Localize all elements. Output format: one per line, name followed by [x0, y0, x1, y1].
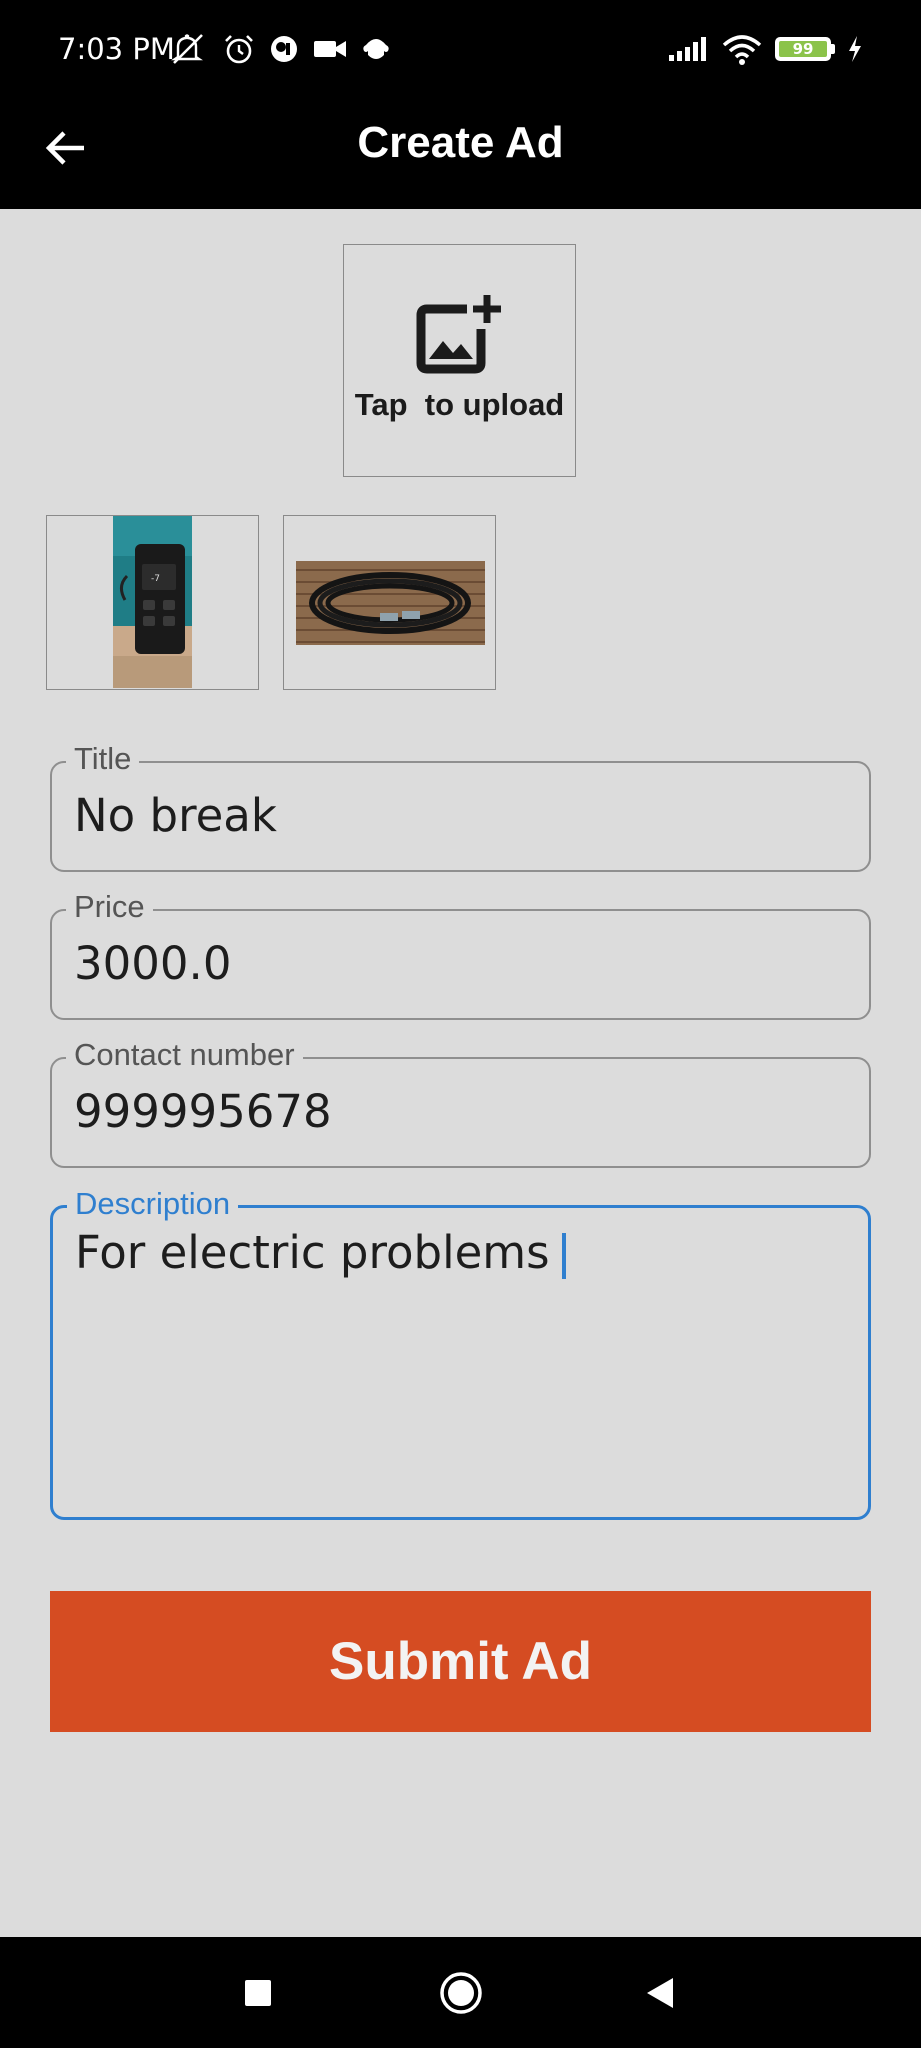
price-input[interactable]: 3000.0	[74, 937, 231, 990]
title-input[interactable]: No break	[74, 789, 277, 842]
title-field[interactable]: Title No break	[50, 741, 871, 872]
mute-icon	[171, 34, 203, 64]
image-thumbnail[interactable]	[283, 515, 496, 690]
image-thumbnail[interactable]: -7	[46, 515, 259, 690]
price-field[interactable]: Price 3000.0	[50, 889, 871, 1020]
page-title: Create Ad	[357, 118, 564, 167]
price-label: Price	[66, 889, 153, 925]
app-bar: Create Ad	[0, 100, 921, 209]
submit-ad-button[interactable]: Submit Ad	[50, 1591, 871, 1732]
back-triangle-icon[interactable]	[643, 1976, 677, 2010]
back-nav-button[interactable]	[610, 1937, 710, 2048]
wifi-icon	[722, 35, 762, 65]
home-button[interactable]	[411, 1937, 511, 2048]
status-icons-left	[170, 33, 392, 65]
description-text: For electric problems	[75, 1226, 550, 1279]
battery-level: 99	[792, 40, 814, 58]
signal-icon	[669, 37, 706, 61]
charging-icon	[849, 36, 861, 62]
photo-cable	[284, 516, 494, 688]
upload-image-button[interactable]: Tap to upload	[343, 244, 576, 477]
contact-number-field[interactable]: Contact number 999995678	[50, 1037, 871, 1168]
system-nav-bar	[0, 1937, 921, 2048]
status-icons-right: 99	[667, 33, 863, 65]
upload-label: Tap to upload	[354, 386, 565, 422]
photo-ups-device: -7	[47, 516, 257, 688]
app-icon	[363, 39, 389, 59]
battery-indicator: 99	[775, 37, 831, 61]
recents-button[interactable]	[208, 1937, 308, 2048]
status-bar: 7:03 PM 99	[0, 0, 921, 100]
contact-number-input[interactable]: 999995678	[74, 1085, 332, 1138]
add-photo-icon	[416, 294, 501, 373]
text-caret	[561, 1233, 566, 1279]
video-icon	[314, 41, 346, 57]
contact-number-label: Contact number	[66, 1037, 303, 1073]
recents-square-icon[interactable]	[244, 1979, 272, 2007]
description-label: Description	[67, 1186, 239, 1222]
alarm-icon	[225, 35, 253, 64]
svg-text:-7: -7	[151, 574, 160, 584]
home-circle-icon[interactable]	[439, 1971, 483, 2015]
app-notification-icon	[271, 36, 297, 62]
description-field[interactable]: Description For electric problems	[50, 1186, 871, 1520]
status-time: 7:03 PM	[58, 32, 175, 66]
description-textarea[interactable]: For electric problems	[75, 1226, 566, 1279]
title-label: Title	[66, 741, 140, 777]
